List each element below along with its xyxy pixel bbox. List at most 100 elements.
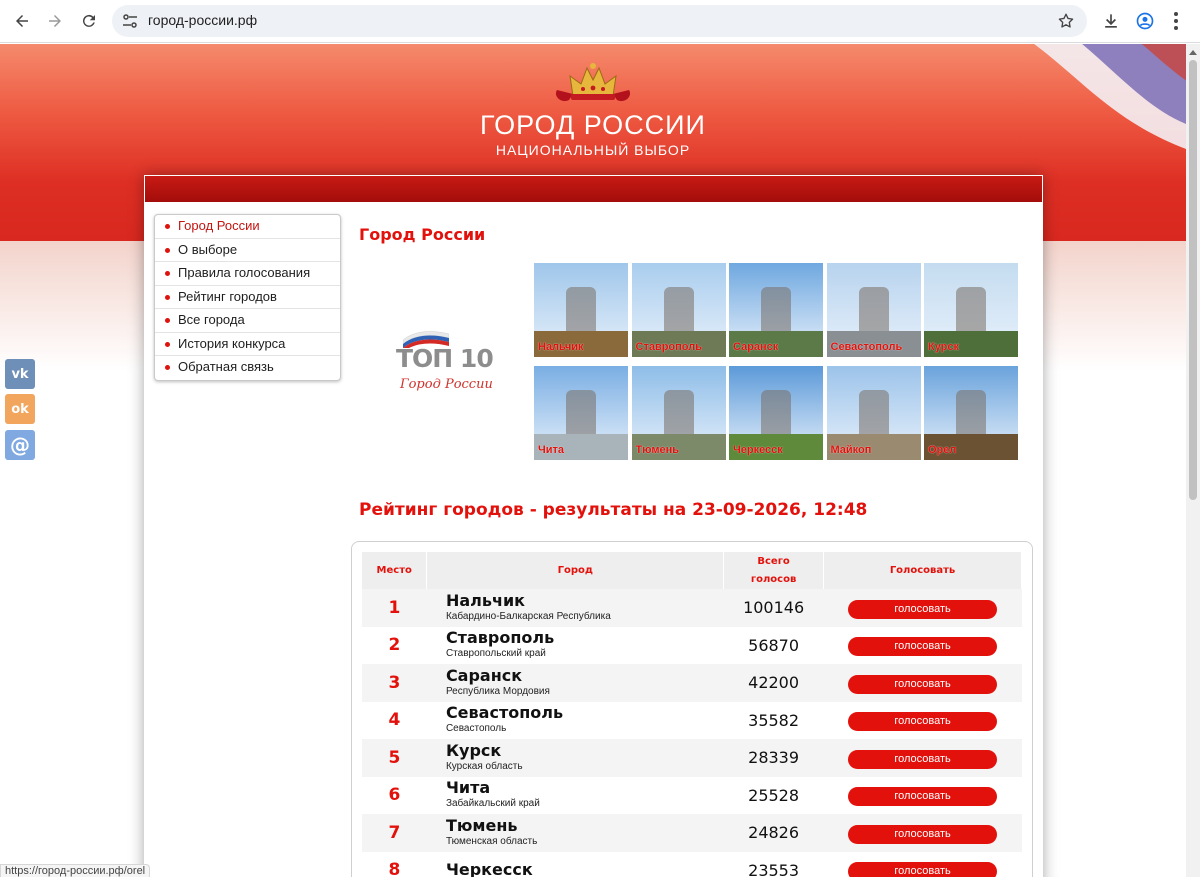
city-photo-tile[interactable]: Чита — [534, 366, 628, 460]
city-photo-label[interactable]: Майкоп — [831, 444, 872, 456]
menu-item[interactable]: О выборе — [155, 239, 340, 262]
votes-cell: 23553 — [723, 851, 824, 877]
vote-button[interactable]: голосовать — [848, 712, 998, 732]
action-cell: голосовать — [823, 776, 1022, 814]
vote-button[interactable]: голосовать — [848, 637, 998, 657]
menu-item-label[interactable]: Обратная связь — [178, 359, 274, 374]
menu-item[interactable]: Все города — [155, 309, 340, 333]
city-photo-tile[interactable]: Нальчик — [534, 263, 628, 357]
table-row: 5 Курск Курская область 28339 голосовать — [362, 739, 1022, 777]
city-name[interactable]: Курск — [446, 742, 724, 759]
city-photo-label[interactable]: Чита — [538, 444, 564, 456]
city-photo-tile[interactable]: Севастополь — [826, 263, 921, 357]
votes-cell: 28339 — [723, 739, 824, 777]
table-header-row: Место Город Всего голосов Голосовать — [362, 552, 1022, 589]
download-icon[interactable] — [1101, 11, 1121, 31]
menu-item[interactable]: Правила голосования — [155, 262, 340, 286]
city-name[interactable]: Нальчик — [446, 592, 724, 609]
bullet-icon — [165, 341, 170, 347]
odnoklassniki-share-icon[interactable]: ok — [5, 394, 35, 424]
scroll-up-icon[interactable] — [1189, 50, 1197, 55]
city-region: Республика Мордовия — [445, 685, 550, 697]
city-region: Ставропольский край — [445, 648, 546, 660]
city-name[interactable]: Черкесск — [446, 861, 724, 877]
bookmark-star-icon[interactable] — [1057, 12, 1075, 30]
city-photo-label[interactable]: Курск — [928, 341, 959, 353]
votes-cell: 35582 — [723, 701, 824, 739]
menu-item-label[interactable]: О выборе — [178, 242, 237, 257]
mail-share-icon[interactable]: @ — [5, 430, 35, 460]
reload-icon[interactable] — [77, 9, 101, 33]
top10-script: Город России — [400, 377, 493, 392]
city-name[interactable]: Тюмень — [446, 817, 724, 834]
city-photo-tile[interactable]: Ставрополь — [631, 263, 726, 357]
address-bar-url[interactable]: город-россии.рф — [148, 12, 257, 28]
city-photo-tile[interactable]: Курск — [924, 263, 1018, 357]
vote-button[interactable]: голосовать — [848, 674, 998, 694]
menu-item-label[interactable]: Все города — [178, 312, 245, 327]
vote-button[interactable]: голосовать — [848, 749, 998, 769]
header-votes: Всего голосов — [723, 552, 825, 589]
city-name[interactable]: Севастополь — [446, 704, 724, 721]
bullet-icon — [165, 318, 170, 323]
menu-item-label[interactable]: Правила голосования — [178, 265, 310, 280]
site-settings-icon[interactable] — [122, 13, 138, 29]
content-panel: Город России О выборе Правила голосования Р… — [144, 175, 1043, 877]
rank-cell: 1 — [362, 589, 427, 627]
menu-item[interactable]: История конкурса — [155, 333, 340, 356]
votes-cell: 24826 — [723, 814, 824, 852]
city-photo-label[interactable]: Тюмень — [636, 444, 679, 456]
menu-item[interactable]: Обратная связь — [155, 356, 340, 380]
menu-icon[interactable] — [1174, 12, 1178, 30]
city-photo-tile[interactable]: Майкоп — [826, 366, 921, 460]
city-region: Забайкальский край — [445, 798, 540, 810]
forward-icon[interactable] — [43, 9, 67, 33]
city-name[interactable]: Ставрополь — [446, 629, 724, 646]
rank-cell: 5 — [362, 739, 427, 777]
action-cell: голосовать — [823, 739, 1022, 777]
city-photo-tile[interactable]: Черкесск — [729, 366, 823, 460]
header-city: Город — [426, 552, 725, 589]
table-row: 4 Севастополь Севастополь 35582 голосовать — [362, 701, 1022, 739]
vote-button[interactable]: голосовать — [848, 599, 998, 619]
menu-item[interactable]: Город России — [155, 215, 340, 239]
city-photo-label[interactable]: Нальчик — [538, 341, 584, 353]
votes-cell: 25528 — [723, 776, 824, 814]
page-scrollbar[interactable] — [1186, 44, 1200, 877]
city-photo-tile[interactable]: Тюмень — [631, 366, 726, 460]
vote-button[interactable]: голосовать — [848, 824, 998, 844]
rank-cell: 2 — [362, 626, 427, 664]
menu-item[interactable]: Рейтинг городов — [155, 286, 340, 309]
city-photo-tile[interactable]: Орел — [924, 366, 1018, 460]
vote-button[interactable]: голосовать — [848, 787, 998, 807]
side-menu: Город России О выборе Правила голосования Р… — [154, 214, 341, 381]
table-row: 8 Черкесск 23553 голосовать — [362, 851, 1022, 877]
table-row: 6 Чита Забайкальский край 25528 голосовать — [362, 776, 1022, 814]
back-icon[interactable] — [10, 9, 34, 33]
menu-item-label[interactable]: Город России — [178, 218, 260, 233]
city-photo-tile[interactable]: Саранск — [729, 263, 823, 357]
odnoklassniki-glyph: ok — [11, 401, 29, 417]
mail-glyph: @ — [10, 433, 30, 457]
menu-item-label[interactable]: Рейтинг городов — [178, 289, 277, 304]
header-place: Место — [362, 552, 428, 589]
city-name[interactable]: Саранск — [446, 667, 724, 684]
rank-cell: 8 — [362, 851, 427, 877]
menu-item-label[interactable]: История конкурса — [178, 336, 285, 351]
vk-share-icon[interactable]: vk — [5, 359, 35, 389]
address-bar[interactable]: город-россии.рф — [112, 5, 1087, 37]
vote-button[interactable]: голосовать — [848, 862, 998, 877]
city-photo-label[interactable]: Саранск — [733, 341, 778, 353]
city-photo-label[interactable]: Орел — [928, 444, 956, 456]
section-title: Город России — [359, 225, 486, 244]
scrollbar-thumb[interactable] — [1189, 60, 1197, 500]
top10-number: ТОП 10 — [396, 344, 494, 373]
city-photo-label[interactable]: Ставрополь — [636, 341, 703, 353]
site-title: ГОРОД РОССИИ — [480, 110, 706, 140]
rank-cell: 4 — [362, 701, 427, 739]
city-photo-label[interactable]: Севастополь — [831, 341, 903, 353]
profile-icon[interactable] — [1135, 11, 1155, 31]
city-photo-label[interactable]: Черкесск — [733, 444, 783, 456]
bullet-icon — [165, 294, 170, 300]
city-name[interactable]: Чита — [446, 779, 724, 796]
